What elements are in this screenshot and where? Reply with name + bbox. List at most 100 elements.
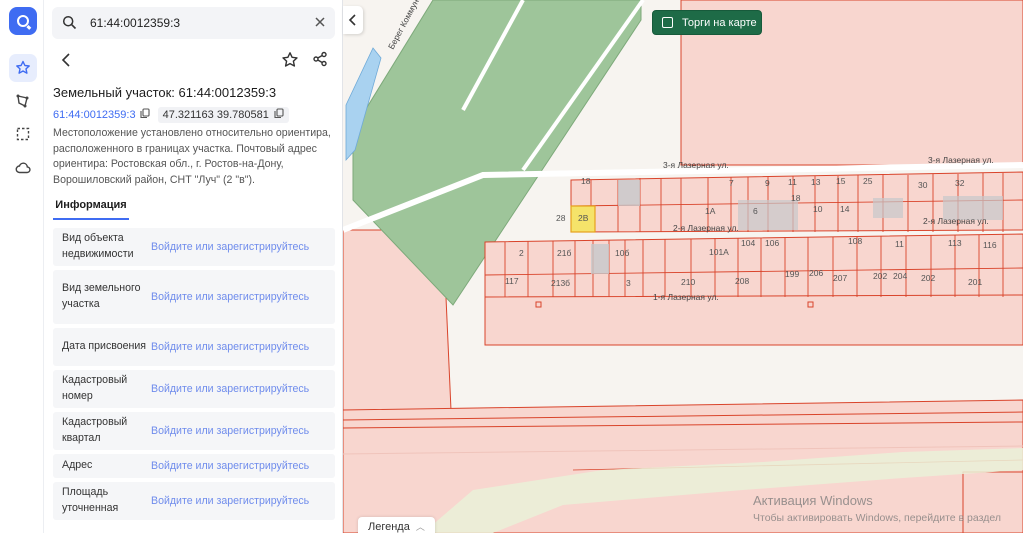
parcel-description: Местоположение установлено относительно … — [53, 127, 331, 186]
parcel-number: 11 — [788, 177, 797, 187]
parcel-number: 2 — [519, 248, 524, 258]
windows-activation-watermark: Активация Windows Чтобы активировать Win… — [753, 493, 1001, 524]
checkbox-icon[interactable] — [662, 17, 673, 28]
info-rows: Вид объекта недвижимости Войдите или зар… — [53, 228, 335, 524]
info-row: Кадастровый номер Войдите или зарегистри… — [53, 370, 335, 408]
clear-search-icon[interactable] — [313, 15, 327, 34]
auctions-on-map-toggle[interactable]: Торги на карте — [652, 10, 762, 35]
login-register-link[interactable]: Войдите или зарегистрируйтесь — [151, 425, 309, 437]
parcel-id-row: 61:44:0012359:3 47.321163 39.780581 — [53, 107, 289, 123]
legend-button[interactable]: Легенда ︿ — [358, 517, 435, 533]
watermark-text: Чтобы активировать Windows, перейдите в … — [753, 512, 1001, 524]
copy-cadastral-icon[interactable] — [140, 106, 150, 124]
cadastral-number-link[interactable]: 61:44:0012359:3 — [53, 109, 136, 121]
favorites-star-icon[interactable] — [9, 54, 37, 82]
parcel-number: 106 — [765, 238, 779, 248]
parcel-number: 201 — [968, 277, 982, 287]
info-row-label: Кадастровый номер — [62, 374, 128, 402]
favorite-star-icon[interactable] — [281, 51, 299, 74]
coordinates-chip: 47.321163 39.780581 — [157, 107, 289, 123]
parcel-number: 7 — [729, 178, 734, 188]
auctions-label: Торги на карте — [682, 16, 757, 29]
back-arrow-icon[interactable] — [60, 52, 74, 73]
parcel-number: 25 — [863, 176, 873, 186]
parcel-number: 9 — [765, 178, 770, 188]
parcel-number: 13 — [811, 177, 821, 187]
login-register-link[interactable]: Войдите или зарегистрируйтесь — [151, 241, 309, 253]
legend-label: Легенда — [368, 521, 410, 533]
parcel-number: 1А — [705, 206, 716, 216]
search-bar[interactable]: 61:44:0012359:3 — [52, 7, 335, 39]
parcel-number: 3 — [626, 278, 631, 288]
panel-toolbar — [44, 50, 342, 74]
info-row: Дата присвоения Войдите или зарегистриру… — [53, 328, 335, 366]
street-label: 2-я Лазерная ул. — [673, 223, 739, 233]
parcel-number: 30 — [918, 180, 928, 190]
parcel-number: 202 — [873, 271, 887, 281]
parcel-number: 206 — [809, 268, 823, 278]
parcel-number: 32 — [955, 178, 965, 188]
parcel-number: 11 — [895, 239, 904, 249]
parcel-number: 108 — [848, 236, 862, 246]
parcel-number: 204 — [893, 271, 907, 281]
share-icon[interactable] — [312, 51, 328, 72]
left-rail — [0, 0, 44, 533]
parcel-number: 117 — [505, 276, 519, 286]
parcel-number: 213б — [551, 278, 570, 288]
chevron-up-icon: ︿ — [415, 522, 425, 532]
login-register-link[interactable]: Войдите или зарегистрируйтесь — [151, 341, 309, 353]
login-register-link[interactable]: Войдите или зарегистрируйтесь — [151, 291, 309, 303]
info-tabs: Информация — [53, 196, 335, 220]
info-row-label: Адрес — [62, 459, 93, 472]
info-row-label: Вид объекта недвижимости — [62, 232, 134, 260]
cloud-icon[interactable] — [9, 154, 37, 182]
app-logo-icon[interactable] — [9, 7, 37, 35]
tab-information[interactable]: Информация — [53, 196, 129, 220]
map-canvas[interactable]: 3-я Лазерная ул. 3-я Лазерная ул. 2-я Ла… — [343, 0, 1023, 533]
parcel-number: 18 — [791, 193, 801, 203]
info-row: Кадастровый квартал Войдите или зарегист… — [53, 412, 335, 450]
search-icon — [62, 15, 77, 35]
parcel-number: 6 — [753, 206, 758, 216]
polygon-draw-icon[interactable] — [9, 87, 37, 115]
parcel-number: 21б — [557, 248, 571, 258]
info-row-label: Дата присвоения — [62, 340, 147, 353]
parcel-number: 101А — [709, 247, 729, 257]
cadastral-map[interactable]: 3-я Лазерная ул. 3-я Лазерная ул. 2-я Ла… — [343, 0, 1023, 533]
info-row: Адрес Войдите или зарегистрируйтесь — [53, 454, 335, 478]
info-row: Площадь уточненная Войдите или зарегистр… — [53, 482, 335, 520]
street-label: 3-я Лазерная ул. — [663, 160, 729, 170]
login-register-link[interactable]: Войдите или зарегистрируйтесь — [151, 495, 309, 507]
chevron-left-icon — [348, 14, 356, 26]
parcel-number: 2В — [578, 213, 589, 223]
info-row-label: Кадастровый квартал — [62, 416, 128, 444]
street-label: 2-я Лазерная ул. — [923, 216, 989, 226]
parcel-number: 10б — [615, 248, 629, 258]
login-register-link[interactable]: Войдите или зарегистрируйтесь — [151, 460, 309, 472]
info-row: Вид земельного участка Войдите или зарег… — [53, 270, 335, 324]
login-register-link[interactable]: Войдите или зарегистрируйтесь — [151, 383, 309, 395]
copy-coordinates-icon[interactable] — [274, 108, 284, 122]
street-label: 1-я Лазерная ул. — [653, 292, 719, 302]
parcel-number: 210 — [681, 277, 695, 287]
parcel-title: Земельный участок: 61:44:0012359:3 — [53, 85, 277, 100]
parcel-number: 14 — [840, 204, 850, 214]
info-row-label: Вид земельного участка — [62, 282, 141, 310]
parcel-number: 15 — [836, 176, 846, 186]
collapse-panel-button[interactable] — [343, 6, 363, 34]
parcel-number: 116 — [983, 240, 997, 250]
info-row: Вид объекта недвижимости Войдите или зар… — [53, 228, 335, 266]
parcel-number: 199 — [785, 269, 799, 279]
parcel-number: 28 — [556, 213, 566, 223]
parcel-number: 113 — [948, 238, 962, 248]
parcel-info-panel: 61:44:0012359:3 Земельный участок: 61:44… — [44, 0, 343, 533]
parcel-number: 202 — [921, 273, 935, 283]
coordinates-text: 47.321163 39.780581 — [162, 109, 269, 121]
area-select-icon[interactable] — [9, 120, 37, 148]
parcel-number: 208 — [735, 276, 749, 286]
street-label: 3-я Лазерная ул. — [928, 155, 994, 165]
watermark-title: Активация Windows — [753, 493, 873, 508]
parcel-number: 10 — [813, 204, 823, 214]
search-input[interactable]: 61:44:0012359:3 — [90, 16, 180, 30]
info-row-label: Площадь уточненная — [62, 486, 119, 514]
